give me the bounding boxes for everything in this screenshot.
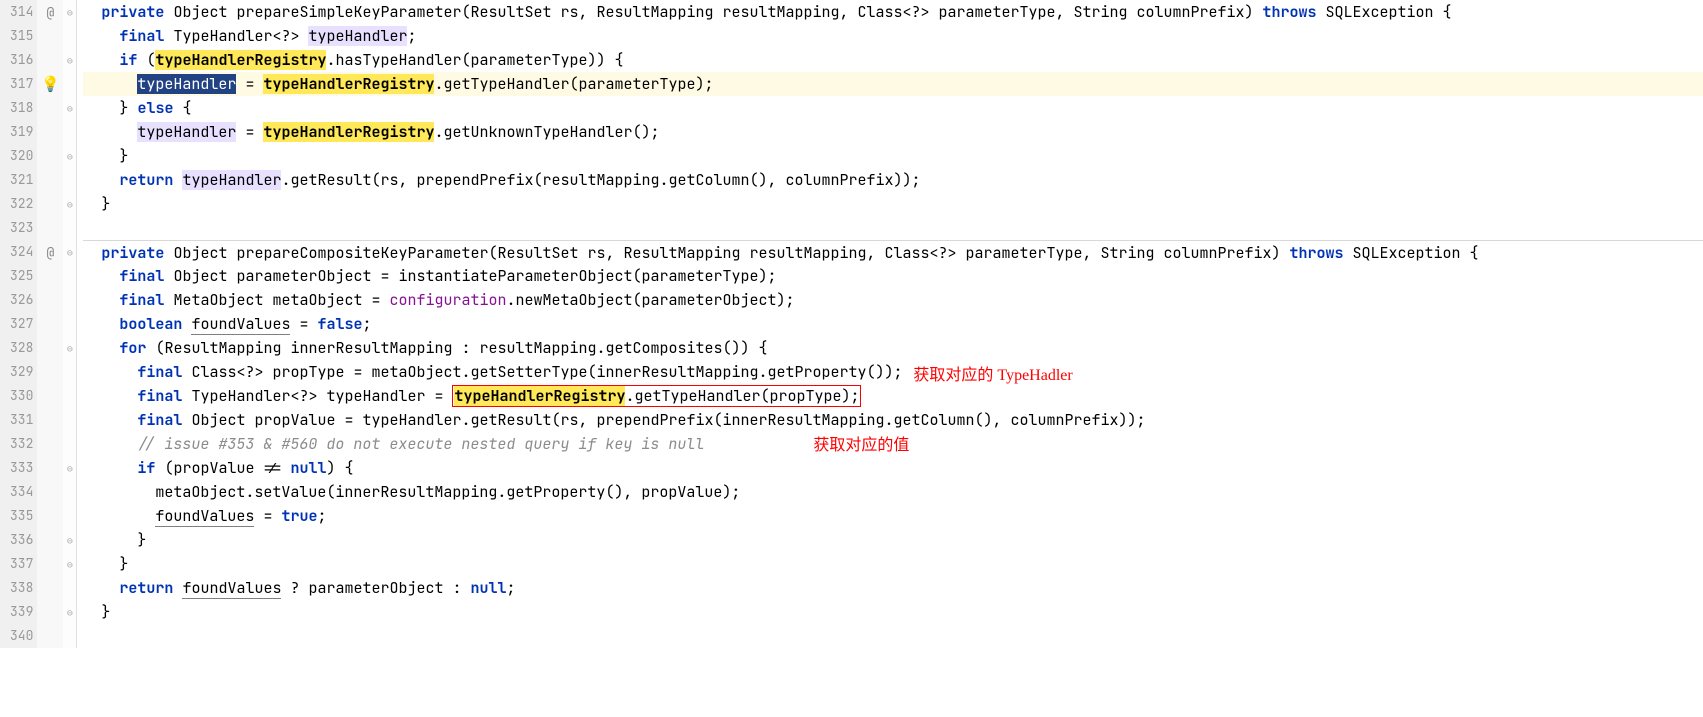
- code-line[interactable]: return typeHandler.getResult(rs, prepend…: [83, 168, 1703, 192]
- fold-toggle-icon[interactable]: ⊖: [63, 240, 76, 264]
- annotation-gutter: @ 💡 @: [37, 0, 63, 648]
- code-line[interactable]: final MetaObject metaObject = configurat…: [83, 288, 1703, 312]
- code-line[interactable]: }: [83, 192, 1703, 216]
- line-number[interactable]: 333: [10, 456, 33, 480]
- line-number[interactable]: 321: [10, 168, 33, 192]
- red-box-annotation: typeHandlerRegistry.getTypeHandler(propT…: [452, 385, 861, 407]
- fold-toggle-icon[interactable]: ⊖: [63, 456, 76, 480]
- highlighted-identifier: typeHandler: [137, 122, 236, 142]
- code-editor[interactable]: 314 315 316 317 318 319 320 321 322 323 …: [0, 0, 1703, 648]
- code-line[interactable]: private Object prepareCompositeKeyParame…: [83, 240, 1703, 264]
- fold-toggle-icon[interactable]: ⊖: [63, 552, 76, 576]
- line-number[interactable]: 335: [10, 504, 33, 528]
- line-number[interactable]: 324: [10, 240, 33, 264]
- vcs-marker[interactable]: @: [37, 0, 63, 24]
- code-line[interactable]: }: [83, 552, 1703, 576]
- fold-toggle-icon[interactable]: ⊖: [63, 0, 76, 24]
- search-match: typeHandlerRegistry: [454, 386, 625, 406]
- line-number[interactable]: 315: [10, 24, 33, 48]
- line-number[interactable]: 318: [10, 96, 33, 120]
- code-line[interactable]: }: [83, 600, 1703, 624]
- code-line[interactable]: final Class<?> propType = metaObject.get…: [83, 360, 1703, 384]
- code-line[interactable]: final TypeHandler<?> typeHandler;: [83, 24, 1703, 48]
- code-line[interactable]: for (ResultMapping innerResultMapping : …: [83, 336, 1703, 360]
- code-line[interactable]: }: [83, 528, 1703, 552]
- line-number[interactable]: 325: [10, 264, 33, 288]
- line-number[interactable]: 317: [10, 72, 33, 96]
- code-line[interactable]: foundValues = true;: [83, 504, 1703, 528]
- fold-toggle-icon[interactable]: ⊖: [63, 144, 76, 168]
- fold-toggle-icon[interactable]: ⊖: [63, 600, 76, 624]
- line-number[interactable]: 323: [10, 216, 33, 240]
- line-number[interactable]: 328: [10, 336, 33, 360]
- line-number[interactable]: 337: [10, 552, 33, 576]
- line-number[interactable]: 316: [10, 48, 33, 72]
- vcs-marker[interactable]: @: [37, 240, 63, 264]
- line-number-gutter: 314 315 316 317 318 319 320 321 322 323 …: [0, 0, 37, 648]
- fold-toggle-icon[interactable]: ⊖: [63, 528, 76, 552]
- code-line[interactable]: }: [83, 144, 1703, 168]
- line-number[interactable]: 334: [10, 480, 33, 504]
- line-number[interactable]: 332: [10, 432, 33, 456]
- highlighted-identifier: typeHandler: [182, 170, 281, 190]
- annotation-text: 获取对应的值: [813, 434, 909, 458]
- selected-text: typeHandler: [137, 74, 236, 94]
- fold-toggle-icon[interactable]: ⊖: [63, 336, 76, 360]
- line-number[interactable]: 336: [10, 528, 33, 552]
- line-number[interactable]: 340: [10, 624, 33, 648]
- line-number[interactable]: 322: [10, 192, 33, 216]
- fold-toggle-icon[interactable]: ⊖: [63, 96, 76, 120]
- code-line[interactable]: final Object parameterObject = instantia…: [83, 264, 1703, 288]
- code-line[interactable]: final TypeHandler<?> typeHandler = typeH…: [83, 384, 1703, 408]
- code-line[interactable]: [83, 216, 1703, 240]
- code-line[interactable]: if (typeHandlerRegistry.hasTypeHandler(p…: [83, 48, 1703, 72]
- line-number[interactable]: 326: [10, 288, 33, 312]
- search-match: typeHandlerRegistry: [263, 122, 434, 142]
- line-number[interactable]: 319: [10, 120, 33, 144]
- line-number[interactable]: 339: [10, 600, 33, 624]
- code-line[interactable]: if (propValue != null) {: [83, 456, 1703, 480]
- line-number[interactable]: 314: [10, 0, 33, 24]
- fold-gutter: ⊖ ⊖ ⊖ ⊖ ⊖ ⊖ ⊖ ⊖ ⊖ ⊖ ⊖: [63, 0, 77, 648]
- line-number[interactable]: 338: [10, 576, 33, 600]
- code-line-current[interactable]: typeHandler = typeHandlerRegistry.getTyp…: [83, 72, 1703, 96]
- line-number[interactable]: 327: [10, 312, 33, 336]
- line-number[interactable]: 331: [10, 408, 33, 432]
- code-line[interactable]: // issue #353 & #560 do not execute nest…: [83, 432, 1703, 456]
- code-line[interactable]: final Object propValue = typeHandler.get…: [83, 408, 1703, 432]
- fold-toggle-icon[interactable]: ⊖: [63, 192, 76, 216]
- line-number[interactable]: 320: [10, 144, 33, 168]
- code-line[interactable]: metaObject.setValue(innerResultMapping.g…: [83, 480, 1703, 504]
- code-line[interactable]: [83, 624, 1703, 648]
- search-match: typeHandlerRegistry: [155, 50, 326, 70]
- search-match: typeHandlerRegistry: [263, 74, 434, 94]
- code-content[interactable]: private Object prepareSimpleKeyParameter…: [77, 0, 1703, 648]
- intention-bulb-icon[interactable]: 💡: [41, 74, 60, 94]
- highlighted-identifier: typeHandler: [308, 26, 407, 46]
- line-number[interactable]: 330: [10, 384, 33, 408]
- code-line[interactable]: boolean foundValues = false;: [83, 312, 1703, 336]
- code-line[interactable]: typeHandler = typeHandlerRegistry.getUnk…: [83, 120, 1703, 144]
- line-number[interactable]: 329: [10, 360, 33, 384]
- code-line[interactable]: private Object prepareSimpleKeyParameter…: [83, 0, 1703, 24]
- fold-toggle-icon[interactable]: ⊖: [63, 48, 76, 72]
- code-line[interactable]: } else {: [83, 96, 1703, 120]
- code-line[interactable]: return foundValues ? parameterObject : n…: [83, 576, 1703, 600]
